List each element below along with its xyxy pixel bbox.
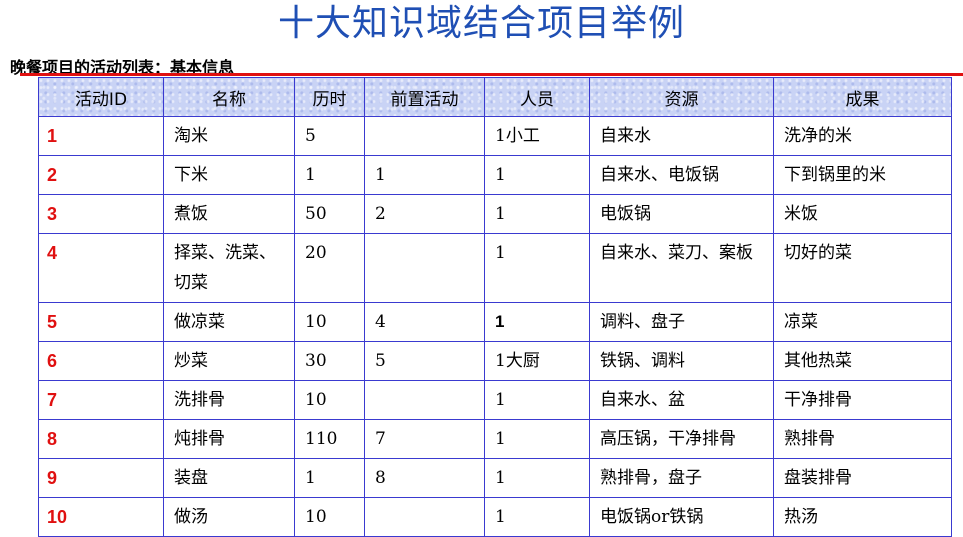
cell-result: 凉菜 <box>773 302 952 342</box>
cell-resource: 电饭锅 <box>589 194 774 234</box>
table-header-row: 活动ID 名称 历时 前置活动 人员 资源 成果 <box>38 77 952 117</box>
cell-result: 熟排骨 <box>773 419 952 459</box>
table-row: 7 洗排骨 10 1 自来水、盆 干净排骨 <box>38 380 952 420</box>
table-row: 10 做汤 10 1 电饭锅or铁锅 热汤 <box>38 497 952 537</box>
cell-staff: 1 <box>484 419 590 459</box>
cell-staff: 1大厨 <box>484 341 590 381</box>
cell-predecessor: 5 <box>364 341 485 381</box>
cell-predecessor: 1 <box>364 155 485 195</box>
cell-resource: 自来水 <box>589 116 774 156</box>
cell-staff: 1 <box>484 302 590 342</box>
cell-duration: 10 <box>294 380 365 420</box>
cell-duration: 1 <box>294 155 365 195</box>
cell-duration: 110 <box>294 419 365 459</box>
cell-duration: 20 <box>294 233 365 303</box>
cell-resource: 自来水、菜刀、案板 <box>589 233 774 303</box>
cell-name: 炖排骨 <box>163 419 295 459</box>
cell-activity-id: 3 <box>38 194 164 234</box>
cell-result: 干净排骨 <box>773 380 952 420</box>
header-result: 成果 <box>773 77 952 117</box>
title-divider <box>20 73 963 76</box>
cell-staff: 1 <box>484 233 590 303</box>
cell-resource: 自来水、电饭锅 <box>589 155 774 195</box>
cell-name: 做凉菜 <box>163 302 295 342</box>
cell-staff: 1小工 <box>484 116 590 156</box>
cell-result: 切好的菜 <box>773 233 952 303</box>
header-predecessor: 前置活动 <box>364 77 485 117</box>
cell-activity-id: 2 <box>38 155 164 195</box>
cell-resource: 调料、盘子 <box>589 302 774 342</box>
cell-name: 择菜、洗菜、切菜 <box>163 233 295 303</box>
cell-predecessor: 2 <box>364 194 485 234</box>
cell-predecessor <box>364 116 485 156</box>
activity-table: 活动ID 名称 历时 前置活动 人员 资源 成果 1 淘米 5 1小工 自来水 … <box>38 77 952 537</box>
cell-result: 其他热菜 <box>773 341 952 381</box>
cell-result: 盘装排骨 <box>773 458 952 498</box>
cell-resource: 铁锅、调料 <box>589 341 774 381</box>
table-row: 8 炖排骨 110 7 1 高压锅，干净排骨 熟排骨 <box>38 419 952 459</box>
cell-activity-id: 7 <box>38 380 164 420</box>
cell-duration: 10 <box>294 497 365 537</box>
cell-result: 下到锅里的米 <box>773 155 952 195</box>
cell-duration: 10 <box>294 302 365 342</box>
cell-name: 做汤 <box>163 497 295 537</box>
cell-activity-id: 10 <box>38 497 164 537</box>
table-row: 4 择菜、洗菜、切菜 20 1 自来水、菜刀、案板 切好的菜 <box>38 233 952 303</box>
cell-resource: 电饭锅or铁锅 <box>589 497 774 537</box>
cell-staff: 1 <box>484 458 590 498</box>
header-staff: 人员 <box>484 77 590 117</box>
cell-activity-id: 8 <box>38 419 164 459</box>
cell-predecessor <box>364 497 485 537</box>
cell-duration: 30 <box>294 341 365 381</box>
cell-resource: 熟排骨，盘子 <box>589 458 774 498</box>
cell-activity-id: 1 <box>38 116 164 156</box>
header-resource: 资源 <box>589 77 774 117</box>
cell-activity-id: 4 <box>38 233 164 303</box>
cell-staff: 1 <box>484 497 590 537</box>
header-duration: 历时 <box>294 77 365 117</box>
cell-duration: 50 <box>294 194 365 234</box>
cell-name: 淘米 <box>163 116 295 156</box>
cell-activity-id: 6 <box>38 341 164 381</box>
cell-staff: 1 <box>484 194 590 234</box>
cell-name: 洗排骨 <box>163 380 295 420</box>
cell-staff: 1 <box>484 380 590 420</box>
cell-predecessor: 7 <box>364 419 485 459</box>
cell-result: 米饭 <box>773 194 952 234</box>
cell-predecessor: 8 <box>364 458 485 498</box>
cell-resource: 高压锅，干净排骨 <box>589 419 774 459</box>
cell-predecessor <box>364 380 485 420</box>
cell-duration: 1 <box>294 458 365 498</box>
cell-name: 炒菜 <box>163 341 295 381</box>
cell-activity-id: 9 <box>38 458 164 498</box>
cell-name: 煮饭 <box>163 194 295 234</box>
page-title: 十大知识域结合项目举例 <box>277 3 685 44</box>
header-activity-id: 活动ID <box>38 77 164 117</box>
cell-resource: 自来水、盆 <box>589 380 774 420</box>
cell-name: 装盘 <box>163 458 295 498</box>
cell-result: 洗净的米 <box>773 116 952 156</box>
cell-name: 下米 <box>163 155 295 195</box>
table-row: 2 下米 1 1 1 自来水、电饭锅 下到锅里的米 <box>38 155 952 195</box>
cell-result: 热汤 <box>773 497 952 537</box>
cell-staff: 1 <box>484 155 590 195</box>
table-row: 1 淘米 5 1小工 自来水 洗净的米 <box>38 116 952 156</box>
cell-predecessor: 4 <box>364 302 485 342</box>
cell-duration: 5 <box>294 116 365 156</box>
cell-predecessor <box>364 233 485 303</box>
table-row: 3 煮饭 50 2 1 电饭锅 米饭 <box>38 194 952 234</box>
table-row: 6 炒菜 30 5 1大厨 铁锅、调料 其他热菜 <box>38 341 952 381</box>
table-row: 9 装盘 1 8 1 熟排骨，盘子 盘装排骨 <box>38 458 952 498</box>
cell-activity-id: 5 <box>38 302 164 342</box>
table-row: 5 做凉菜 10 4 1 调料、盘子 凉菜 <box>38 302 952 342</box>
header-name: 名称 <box>163 77 295 117</box>
